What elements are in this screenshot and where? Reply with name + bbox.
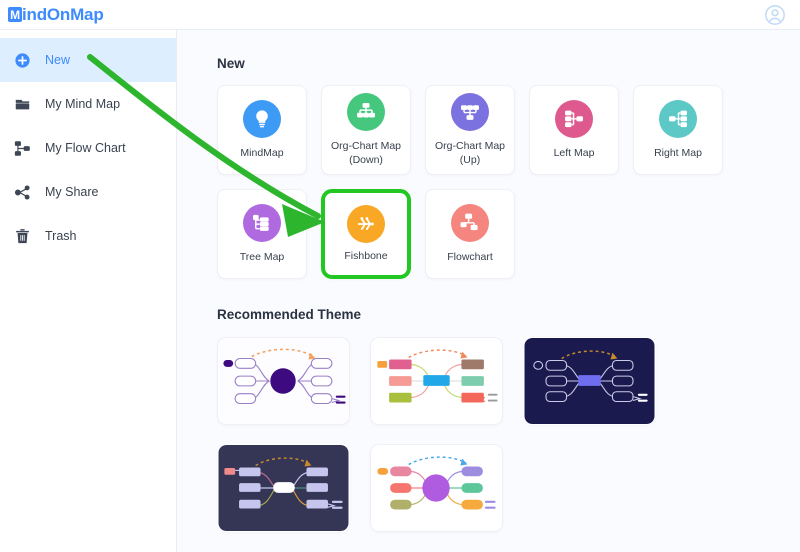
- right-map-icon: [659, 99, 697, 138]
- left-map-icon: [555, 99, 593, 138]
- sidebar: New My Mind Map My Flow Chart My Share T…: [0, 30, 177, 552]
- trash-icon: [14, 228, 31, 245]
- card-label: Flowchart: [447, 250, 493, 263]
- sidebar-item-label: Trash: [45, 229, 77, 243]
- sidebar-item-label: My Share: [45, 185, 99, 199]
- theme-card-midnight-navy[interactable]: [523, 337, 656, 425]
- app-logo: MindOnMap: [8, 5, 104, 25]
- template-card-row-2: Tree Map Fishbone Flowchart: [217, 189, 800, 279]
- template-card-row-1: MindMap Org-Chart Map (Down) Org-Chart M…: [217, 85, 800, 175]
- card-label: Left Map: [553, 146, 595, 159]
- theme-card-slate-purple[interactable]: [217, 444, 350, 532]
- sidebar-item-my-mind-map[interactable]: My Mind Map: [0, 82, 176, 126]
- sidebar-item-my-flow-chart[interactable]: My Flow Chart: [0, 126, 176, 170]
- logo-badge: M: [8, 7, 22, 22]
- main-content: New MindMap Org-Chart Map (Down) Org-Cha…: [177, 30, 800, 552]
- share-nodes-icon: [14, 184, 31, 201]
- sidebar-item-label: New: [45, 53, 71, 67]
- folder-icon: [14, 96, 31, 113]
- org-chart-down-icon: [347, 93, 385, 132]
- card-left-map[interactable]: Left Map: [529, 85, 619, 175]
- sidebar-item-trash[interactable]: Trash: [0, 214, 176, 258]
- new-section-title: New: [217, 56, 245, 71]
- sidebar-item-label: My Mind Map: [45, 97, 121, 111]
- card-org-chart-map-up[interactable]: Org-Chart Map (Up): [425, 85, 515, 175]
- tree-map-icon: [243, 203, 281, 242]
- fishbone-icon: [347, 204, 385, 243]
- card-label: Right Map: [654, 146, 702, 159]
- card-mindmap[interactable]: MindMap: [217, 85, 307, 175]
- theme-row-1: [217, 337, 800, 425]
- sidebar-item-new[interactable]: New: [0, 38, 176, 82]
- card-label: Org-Chart Map (Down): [330, 140, 402, 166]
- flow-chart-icon: [14, 140, 31, 157]
- logo-text: indOnMap: [22, 4, 104, 24]
- lightbulb-icon: [243, 99, 281, 138]
- card-flowchart[interactable]: Flowchart: [425, 189, 515, 279]
- card-label: Fishbone: [344, 249, 388, 262]
- org-chart-up-icon: [451, 93, 489, 132]
- app-header: MindOnMap: [0, 0, 800, 30]
- theme-row-2: [217, 444, 800, 532]
- card-tree-map[interactable]: Tree Map: [217, 189, 307, 279]
- sidebar-item-my-share[interactable]: My Share: [0, 170, 176, 214]
- plus-circle-icon: [14, 52, 31, 69]
- card-right-map[interactable]: Right Map: [633, 85, 723, 175]
- user-avatar-icon[interactable]: [764, 4, 786, 26]
- card-label: MindMap: [240, 146, 284, 159]
- flowchart-icon: [451, 203, 489, 242]
- recommended-theme-title: Recommended Theme: [217, 307, 362, 322]
- sidebar-item-label: My Flow Chart: [45, 141, 126, 155]
- theme-card-colorful-light[interactable]: [370, 337, 503, 425]
- theme-card-pastel-purple[interactable]: [370, 444, 503, 532]
- card-label: Tree Map: [239, 250, 285, 263]
- card-label: Org-Chart Map (Up): [434, 140, 506, 166]
- card-org-chart-map-down[interactable]: Org-Chart Map (Down): [321, 85, 411, 175]
- theme-card-violet-light[interactable]: [217, 337, 350, 425]
- card-fishbone[interactable]: Fishbone: [321, 189, 411, 279]
